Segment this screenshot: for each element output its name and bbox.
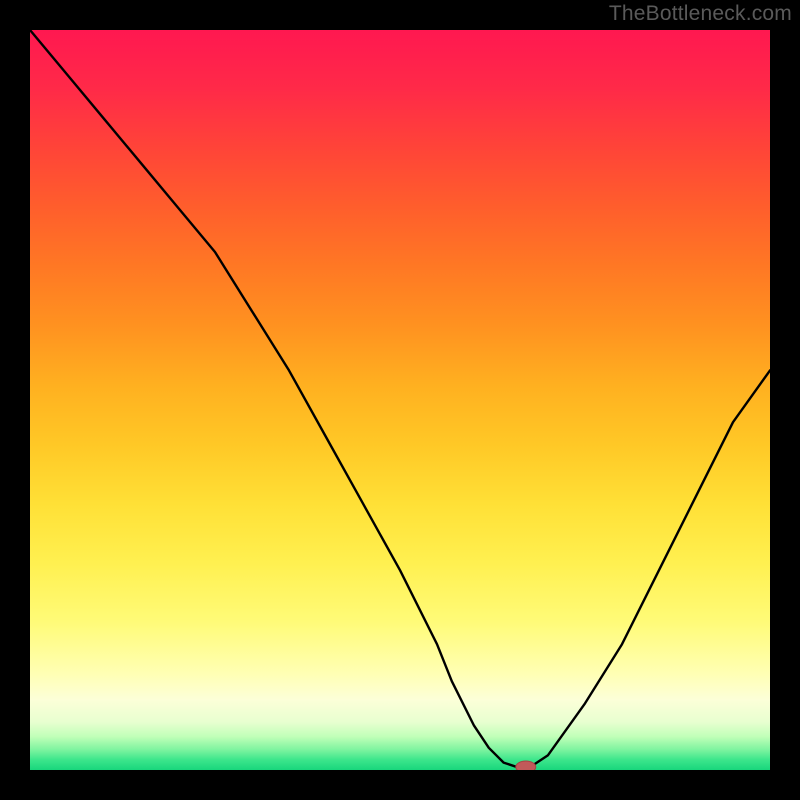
watermark-text: TheBottleneck.com [609,2,792,26]
plot-area [30,30,770,770]
chart-svg [30,30,770,770]
optimal-marker [516,761,536,770]
gradient-rect [30,30,770,770]
chart-frame: TheBottleneck.com [0,0,800,800]
